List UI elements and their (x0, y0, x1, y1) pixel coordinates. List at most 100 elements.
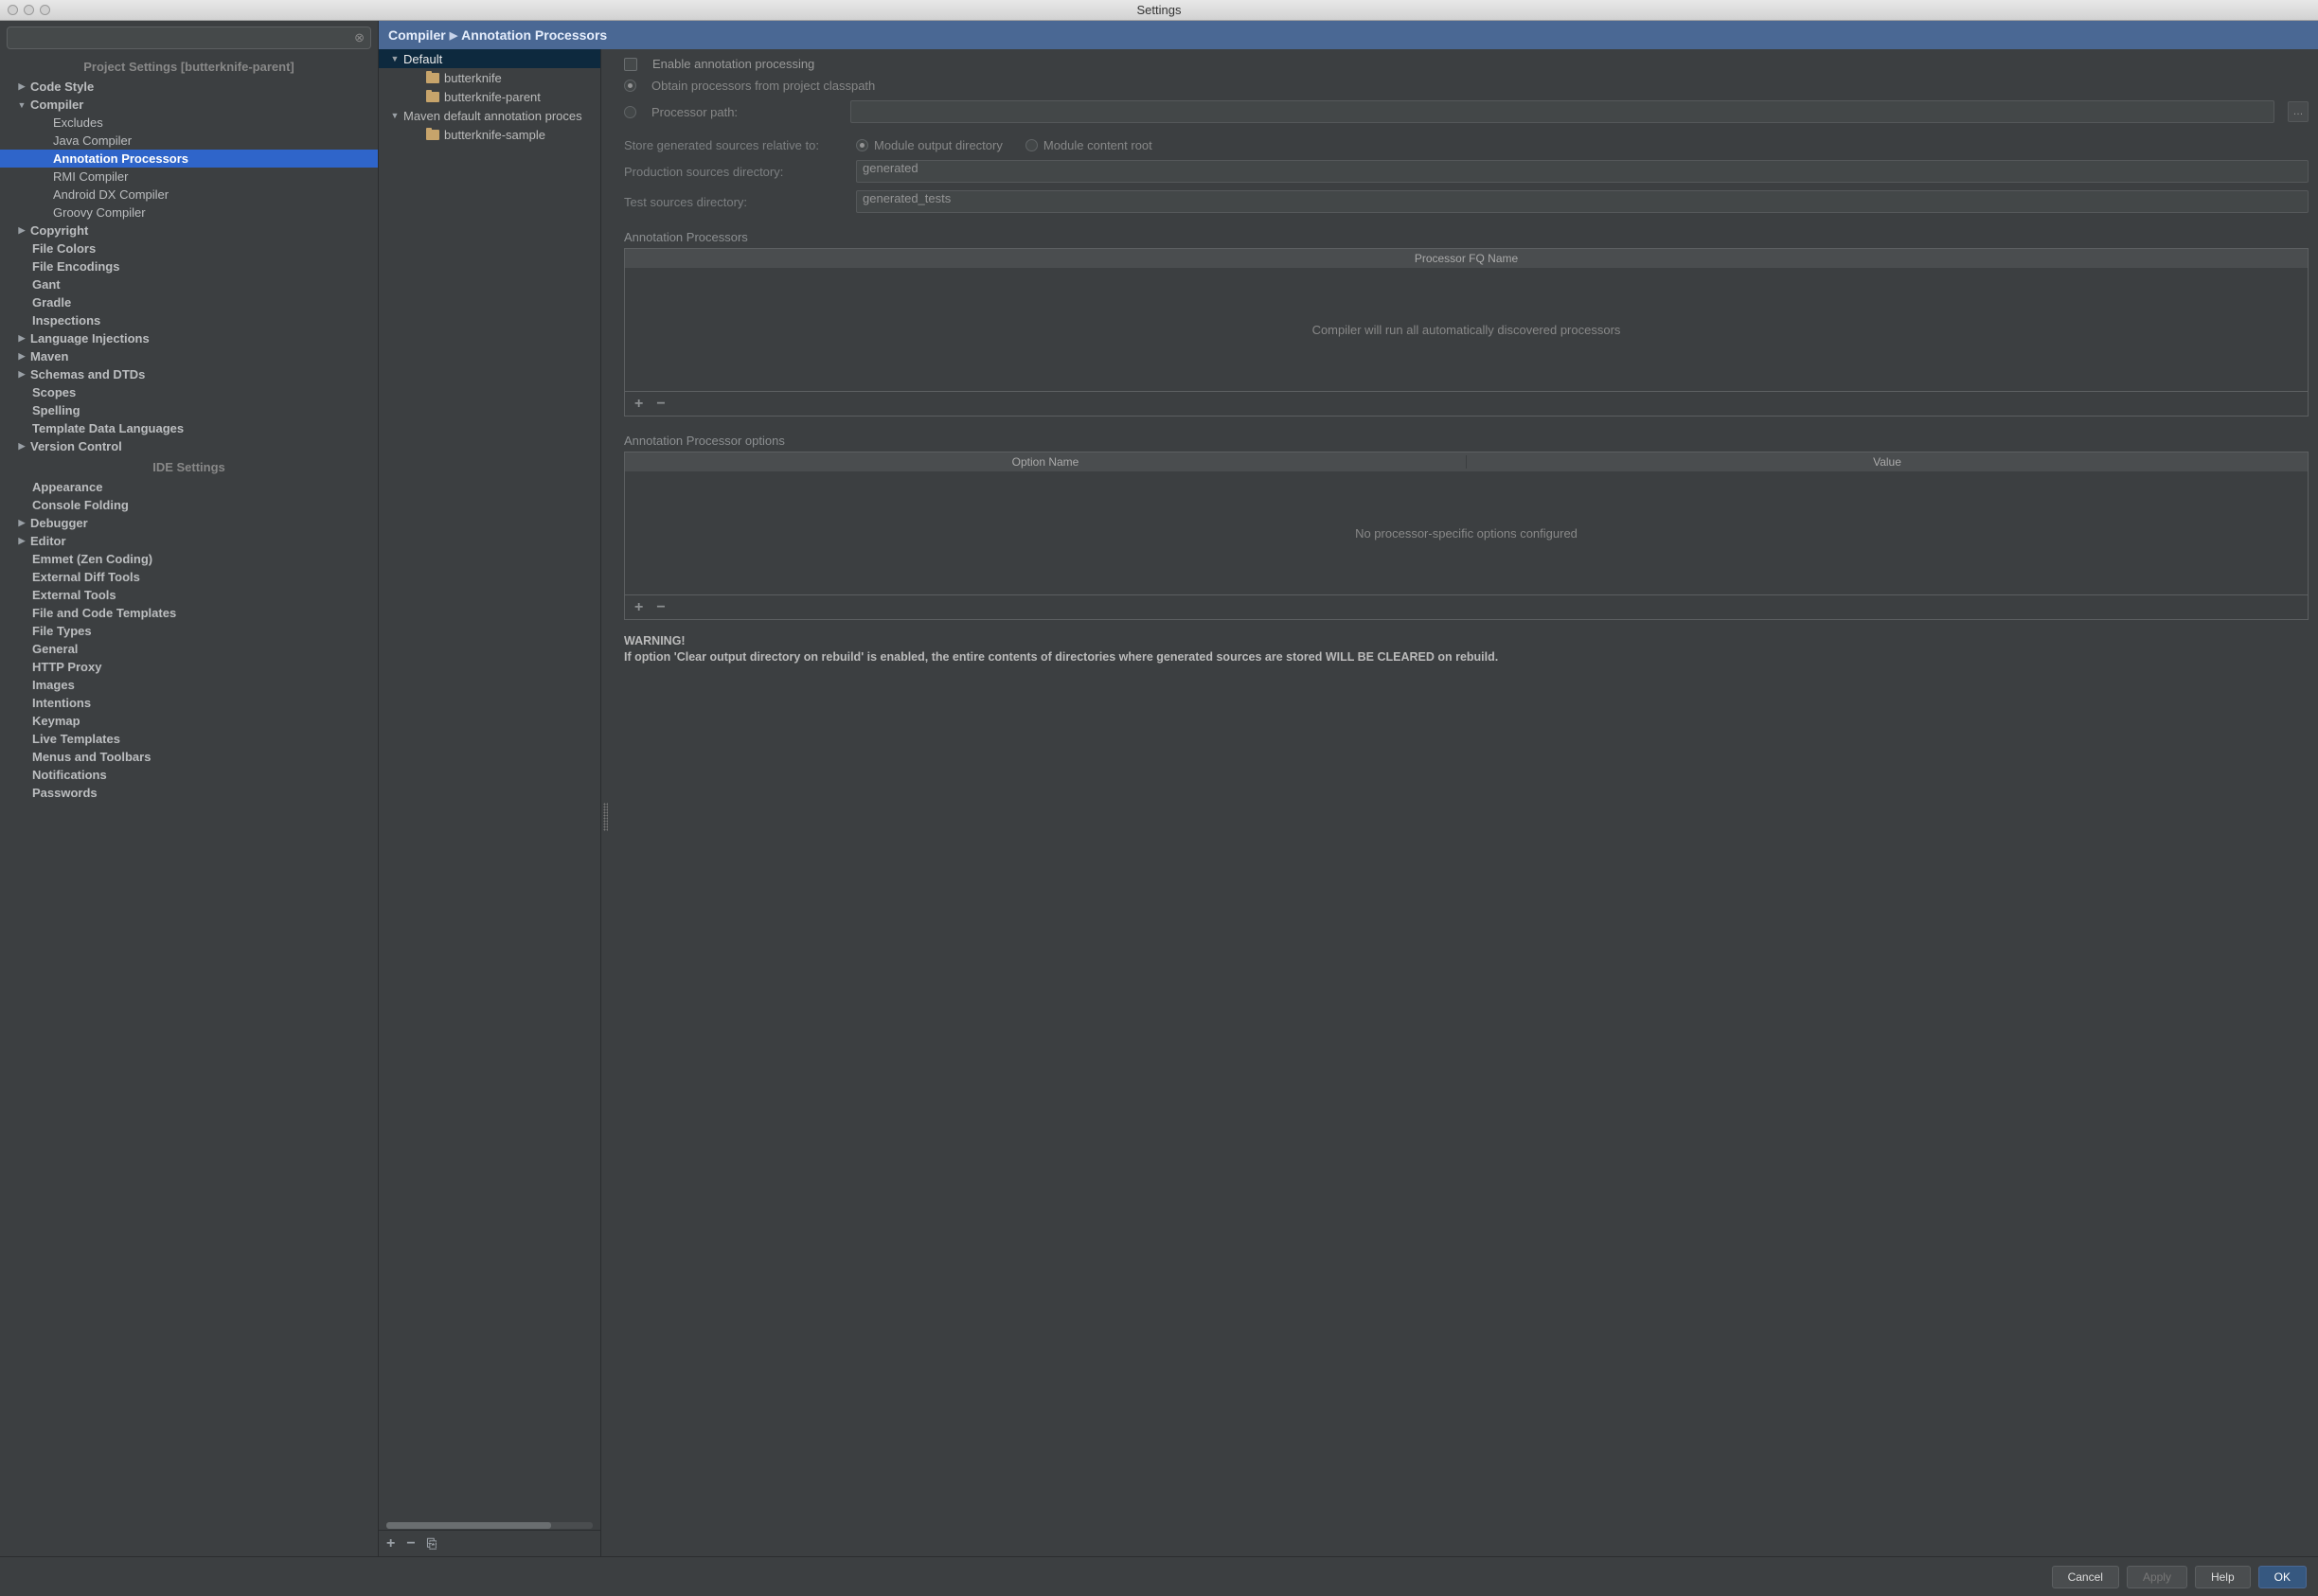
tree-emmet[interactable]: Emmet (Zen Coding) (0, 550, 378, 568)
expand-icon[interactable]: ▶ (17, 225, 27, 236)
module-output-radio[interactable] (856, 139, 868, 151)
settings-sidebar: ⊗ Project Settings [butterknife-parent] … (0, 21, 379, 1556)
expand-icon[interactable]: ▶ (17, 441, 27, 452)
tree-file-encodings[interactable]: File Encodings (0, 257, 378, 275)
profile-default[interactable]: ▼ Default (379, 49, 600, 68)
processor-path-radio[interactable] (624, 106, 636, 118)
breadcrumb-root[interactable]: Compiler (388, 27, 446, 43)
test-sources-input[interactable]: generated_tests (856, 190, 2309, 213)
tree-images[interactable]: Images (0, 676, 378, 694)
tree-scopes[interactable]: Scopes (0, 383, 378, 401)
remove-option-button[interactable]: − (656, 599, 665, 616)
tree-live-templates[interactable]: Live Templates (0, 730, 378, 748)
obtain-classpath-radio[interactable] (624, 80, 636, 92)
tree-keymap[interactable]: Keymap (0, 712, 378, 730)
move-to-button[interactable]: ⎘ (427, 1536, 437, 1552)
processors-table: Processor FQ Name Compiler will run all … (624, 248, 2309, 392)
clear-search-icon[interactable]: ⊗ (354, 30, 365, 45)
tree-general[interactable]: General (0, 640, 378, 658)
options-toolbar: + − (624, 595, 2309, 620)
settings-tree[interactable]: Project Settings [butterknife-parent] ▶C… (0, 55, 378, 1556)
store-sources-label: Store generated sources relative to: (624, 138, 847, 152)
annotation-processors-section-label: Annotation Processors (624, 230, 2309, 244)
tree-file-colors[interactable]: File Colors (0, 239, 378, 257)
collapse-icon[interactable]: ▼ (390, 54, 400, 63)
browse-button[interactable]: … (2288, 101, 2309, 122)
resize-grip-icon[interactable] (603, 803, 608, 831)
tree-passwords[interactable]: Passwords (0, 784, 378, 802)
remove-processor-button[interactable]: − (656, 396, 665, 413)
tree-editor[interactable]: ▶Editor (0, 532, 378, 550)
tree-android-dx-compiler[interactable]: Android DX Compiler (0, 186, 378, 204)
tree-external-tools[interactable]: External Tools (0, 586, 378, 604)
tree-menus-toolbars[interactable]: Menus and Toolbars (0, 748, 378, 766)
processor-path-input[interactable] (850, 100, 2274, 123)
tree-console-folding[interactable]: Console Folding (0, 496, 378, 514)
tree-copyright[interactable]: ▶Copyright (0, 222, 378, 239)
tree-annotation-processors[interactable]: Annotation Processors (0, 150, 378, 168)
warning-body: If option 'Clear output directory on reb… (624, 649, 2309, 665)
folder-icon (426, 73, 439, 83)
tree-gradle[interactable]: Gradle (0, 293, 378, 311)
enable-annotation-label: Enable annotation processing (652, 57, 814, 71)
tree-external-diff-tools[interactable]: External Diff Tools (0, 568, 378, 586)
tree-http-proxy[interactable]: HTTP Proxy (0, 658, 378, 676)
profile-butterknife[interactable]: butterknife (379, 68, 600, 87)
processors-table-header: Processor FQ Name (625, 249, 2308, 268)
add-option-button[interactable]: + (634, 599, 643, 616)
expand-icon[interactable]: ▶ (17, 351, 27, 362)
options-table-header: Option Name Value (625, 452, 2308, 471)
help-button[interactable]: Help (2195, 1566, 2251, 1588)
collapse-icon[interactable]: ▼ (17, 100, 27, 110)
tree-inspections[interactable]: Inspections (0, 311, 378, 329)
add-profile-button[interactable]: + (386, 1535, 395, 1552)
processor-path-row: Processor path: … (624, 100, 2309, 123)
module-content-root-radio[interactable] (1025, 139, 1038, 151)
remove-profile-button[interactable]: − (406, 1535, 415, 1552)
expand-icon[interactable]: ▶ (17, 333, 27, 344)
tree-code-style[interactable]: ▶Code Style (0, 78, 378, 96)
tree-spelling[interactable]: Spelling (0, 401, 378, 419)
tree-gant[interactable]: Gant (0, 275, 378, 293)
store-sources-row: Store generated sources relative to: Mod… (624, 138, 2309, 152)
expand-icon[interactable]: ▶ (17, 536, 27, 546)
tree-file-code-templates[interactable]: File and Code Templates (0, 604, 378, 622)
tree-template-data-languages[interactable]: Template Data Languages (0, 419, 378, 437)
enable-annotation-checkbox[interactable] (624, 58, 637, 71)
tree-rmi-compiler[interactable]: RMI Compiler (0, 168, 378, 186)
section-ide-settings: IDE Settings (0, 455, 378, 478)
prod-sources-input[interactable]: generated (856, 160, 2309, 183)
tree-intentions[interactable]: Intentions (0, 694, 378, 712)
profile-butterknife-parent[interactable]: butterknife-parent (379, 87, 600, 106)
tree-compiler[interactable]: ▼Compiler (0, 96, 378, 114)
tree-notifications[interactable]: Notifications (0, 766, 378, 784)
tree-file-types[interactable]: File Types (0, 622, 378, 640)
tree-debugger[interactable]: ▶Debugger (0, 514, 378, 532)
tree-groovy-compiler[interactable]: Groovy Compiler (0, 204, 378, 222)
tree-java-compiler[interactable]: Java Compiler (0, 132, 378, 150)
tree-maven[interactable]: ▶Maven (0, 347, 378, 365)
obtain-classpath-label: Obtain processors from project classpath (651, 79, 875, 93)
expand-icon[interactable]: ▶ (17, 81, 27, 92)
expand-icon[interactable]: ▶ (17, 369, 27, 380)
add-processor-button[interactable]: + (634, 396, 643, 413)
prod-sources-row: Production sources directory: generated (624, 160, 2309, 183)
tree-version-control[interactable]: ▶Version Control (0, 437, 378, 455)
profile-butterknife-sample[interactable]: butterknife-sample (379, 125, 600, 144)
horizontal-scrollbar[interactable] (379, 1520, 600, 1530)
cancel-button[interactable]: Cancel (2052, 1566, 2119, 1588)
apply-button[interactable]: Apply (2127, 1566, 2187, 1588)
expand-icon[interactable]: ▶ (17, 518, 27, 528)
search-input[interactable]: ⊗ (7, 27, 371, 49)
tree-language-injections[interactable]: ▶Language Injections (0, 329, 378, 347)
collapse-icon[interactable]: ▼ (390, 111, 400, 120)
ok-button[interactable]: OK (2258, 1566, 2307, 1588)
profile-maven-default[interactable]: ▼ Maven default annotation proces (379, 106, 600, 125)
processors-col-fqname: Processor FQ Name (625, 252, 2308, 265)
options-table-body: No processor-specific options configured (625, 471, 2308, 594)
tree-schemas-dtds[interactable]: ▶Schemas and DTDs (0, 365, 378, 383)
profiles-tree[interactable]: ▼ Default butterknife butterknife-parent… (379, 49, 600, 1520)
obtain-processors-row: Obtain processors from project classpath (624, 79, 2309, 93)
tree-excludes[interactable]: Excludes (0, 114, 378, 132)
tree-appearance[interactable]: Appearance (0, 478, 378, 496)
